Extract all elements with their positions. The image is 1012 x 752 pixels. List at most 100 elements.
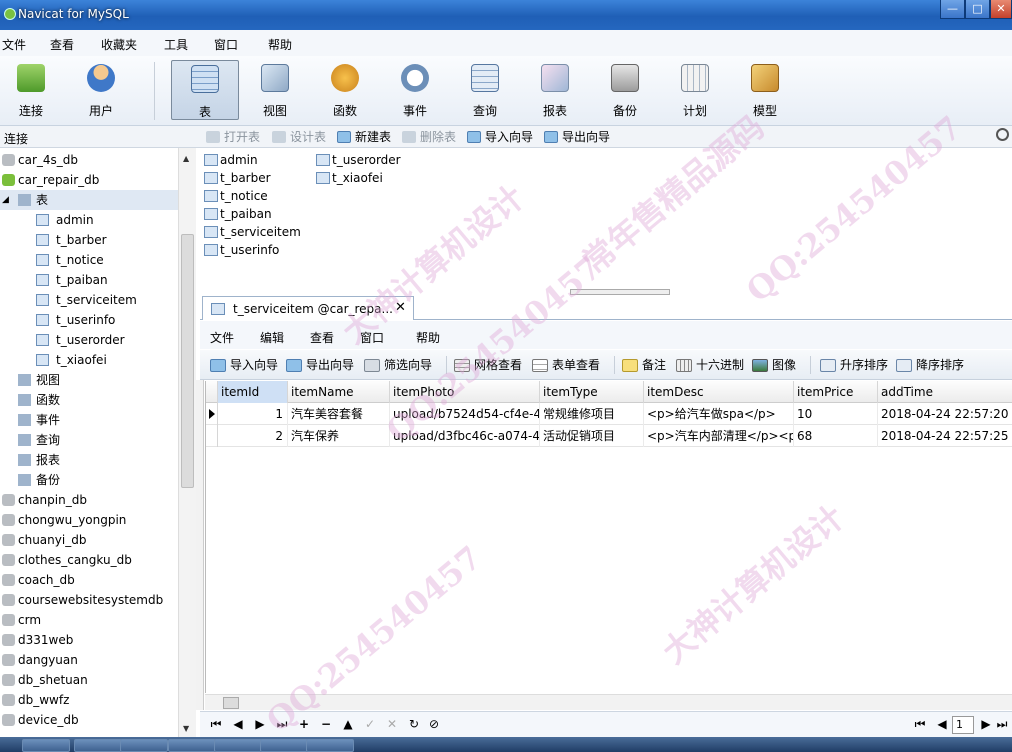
tree-table-item[interactable]: t_serviceitem: [0, 290, 178, 310]
sort-ascending-button[interactable]: 升序排序: [820, 358, 888, 374]
column-header[interactable]: itemPhoto: [390, 381, 540, 403]
tree-table-item[interactable]: t_userorder: [0, 330, 178, 350]
cell-itemId[interactable]: 2: [218, 425, 288, 447]
last-record-button[interactable]: ⏭: [274, 717, 290, 732]
scroll-down-arrow-icon[interactable]: ▼: [183, 724, 189, 733]
toolbar-user-button[interactable]: 用户: [68, 60, 134, 120]
toolbar-connect-button[interactable]: 连接: [0, 60, 64, 120]
taskbar-app-button[interactable]: [22, 739, 70, 752]
export-wizard-button[interactable]: 导出向导: [544, 130, 610, 146]
delete-record-button[interactable]: −: [318, 717, 334, 731]
toolbar-model-button[interactable]: 模型: [732, 60, 798, 120]
toolbar-table-button[interactable]: 表: [171, 60, 239, 120]
design-table-button[interactable]: 设计表: [272, 130, 326, 146]
tree-db-item[interactable]: coach_db: [0, 570, 178, 590]
object-item[interactable]: admin: [200, 151, 258, 169]
taskbar-app-button[interactable]: [120, 739, 168, 752]
tree-table-item[interactable]: t_paiban: [0, 270, 178, 290]
column-header[interactable]: itemDesc: [644, 381, 794, 403]
object-item[interactable]: t_userorder: [312, 151, 401, 169]
cell-itemPrice[interactable]: 10: [794, 403, 878, 425]
tree-db-item[interactable]: d331web: [0, 630, 178, 650]
close-window-button[interactable]: ✕: [990, 0, 1012, 19]
cell-itemName[interactable]: 汽车美容套餐: [288, 403, 390, 425]
tree-db-item[interactable]: device_db: [0, 710, 178, 730]
table-menu-file[interactable]: 文件: [210, 329, 234, 346]
tree-db-item[interactable]: chuanyi_db: [0, 530, 178, 550]
tree-events-group[interactable]: 事件: [0, 410, 178, 430]
object-item[interactable]: t_xiaofei: [312, 169, 383, 187]
tree-functions-group[interactable]: 函数: [0, 390, 178, 410]
menu-help[interactable]: 帮助: [268, 36, 292, 53]
search-icon[interactable]: [996, 128, 1009, 141]
cell-itemDesc[interactable]: <p>给汽车做spa</p>: [644, 403, 794, 425]
tree-backups-group[interactable]: 备份: [0, 470, 178, 490]
tree-views-group[interactable]: 视图: [0, 370, 178, 390]
stop-button[interactable]: ⊘: [426, 717, 442, 731]
filter-wizard-button[interactable]: 筛选向导: [364, 358, 432, 374]
taskbar-app-button[interactable]: [306, 739, 354, 752]
column-header[interactable]: itemName: [288, 381, 390, 403]
column-header[interactable]: itemPrice: [794, 381, 878, 403]
object-item[interactable]: t_notice: [200, 187, 268, 205]
tree-db-item[interactable]: db_wwfz: [0, 690, 178, 710]
grid-scrollbar-thumb[interactable]: [223, 697, 239, 709]
toolbar-query-button[interactable]: 查询: [452, 60, 518, 120]
menu-tools[interactable]: 工具: [164, 36, 188, 53]
column-header[interactable]: addTime: [878, 381, 1012, 403]
table-menu-view[interactable]: 查看: [310, 329, 334, 346]
first-record-button[interactable]: ⏮: [208, 717, 224, 732]
taskbar-app-button[interactable]: [214, 739, 262, 752]
tree-db-item[interactable]: clothes_cangku_db: [0, 550, 178, 570]
delete-table-button[interactable]: 删除表: [402, 130, 456, 146]
cell-itemPhoto[interactable]: upload/b7524d54-cf4e-4: [390, 403, 540, 425]
page-number-input[interactable]: 1: [952, 716, 974, 734]
page-first-button[interactable]: ⏮: [912, 717, 928, 732]
menu-view[interactable]: 查看: [50, 36, 74, 53]
table-row[interactable]: 2 汽车保养 upload/d3fbc46c-a074-4 活动促销项目 <p>…: [206, 425, 1012, 447]
discard-button[interactable]: ✕: [384, 717, 400, 731]
tree-table-item[interactable]: admin: [0, 210, 178, 230]
tree-db-item[interactable]: crm: [0, 610, 178, 630]
memo-button[interactable]: 备注: [622, 358, 666, 374]
object-item[interactable]: t_paiban: [200, 205, 272, 223]
tree-db-item[interactable]: coursewebsitesystemdb: [0, 590, 178, 610]
cell-itemPrice[interactable]: 68: [794, 425, 878, 447]
toolbar-view-button[interactable]: 视图: [242, 60, 308, 120]
tree-db-item[interactable]: db_shetuan: [0, 670, 178, 690]
tab-t-serviceitem[interactable]: t_serviceitem @car_repa... ✕: [202, 296, 414, 320]
close-tab-icon[interactable]: ✕: [395, 300, 406, 315]
menu-favorites[interactable]: 收藏夹: [101, 36, 137, 53]
page-last-button[interactable]: ⏭: [994, 717, 1010, 732]
column-header[interactable]: itemType: [540, 381, 644, 403]
grid-view-button[interactable]: 网格查看: [454, 358, 522, 374]
cell-itemType[interactable]: 活动促销项目: [540, 425, 644, 447]
tree-queries-group[interactable]: 查询: [0, 430, 178, 450]
toolbar-function-button[interactable]: 函数: [312, 60, 378, 120]
scroll-up-arrow-icon[interactable]: ▲: [183, 154, 189, 163]
cell-addTime[interactable]: 2018-04-24 22:57:25: [878, 425, 1012, 447]
taskbar-app-button[interactable]: [260, 739, 308, 752]
export-wizard-button[interactable]: 导出向导: [286, 358, 354, 374]
cell-itemId[interactable]: 1: [218, 403, 288, 425]
tree-table-item[interactable]: t_xiaofei: [0, 350, 178, 370]
page-prev-button[interactable]: ◀: [934, 717, 950, 731]
cell-itemDesc[interactable]: <p>汽车内部清理</p><p: [644, 425, 794, 447]
pane-splitter[interactable]: [570, 289, 670, 295]
tree-tables-group[interactable]: ◢ 表: [0, 190, 178, 210]
tree-db-car_repair_db[interactable]: car_repair_db: [0, 170, 178, 190]
commit-button[interactable]: ✓: [362, 717, 378, 731]
grid-horizontal-scrollbar[interactable]: [205, 694, 1012, 710]
sort-descending-button[interactable]: 降序排序: [896, 358, 964, 374]
minimize-button[interactable]: —: [940, 0, 965, 19]
toolbar-backup-button[interactable]: 备份: [592, 60, 658, 120]
import-wizard-button[interactable]: 导入向导: [467, 130, 533, 146]
tree-scrollbar-thumb[interactable]: [181, 234, 194, 488]
column-header[interactable]: itemId: [218, 381, 288, 403]
menu-file[interactable]: 文件: [2, 36, 26, 53]
menu-window[interactable]: 窗口: [214, 36, 238, 53]
object-item[interactable]: t_userinfo: [200, 241, 279, 259]
form-view-button[interactable]: 表单查看: [532, 358, 600, 374]
cell-itemPhoto[interactable]: upload/d3fbc46c-a074-4: [390, 425, 540, 447]
taskbar-app-button[interactable]: [74, 739, 122, 752]
